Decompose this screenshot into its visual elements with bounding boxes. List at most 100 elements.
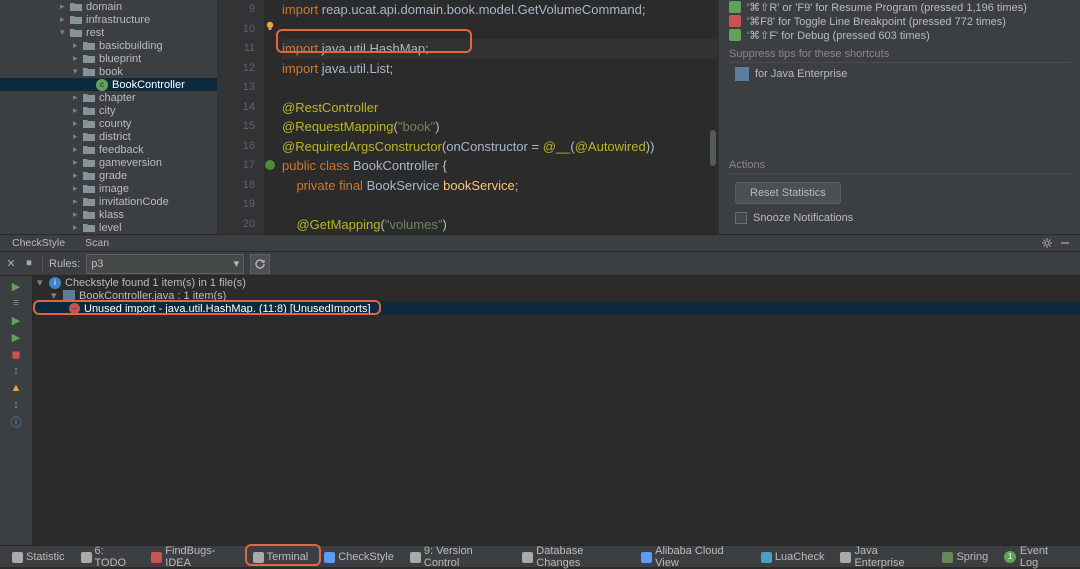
rules-dropdown[interactable]: p3 ▾ bbox=[86, 254, 244, 274]
tree-arrow-icon: ▾ bbox=[60, 27, 70, 38]
tree-item-label: county bbox=[99, 118, 131, 130]
project-tree[interactable]: ▸domain▸infrastructure▾rest▸basicbuildin… bbox=[0, 0, 218, 234]
class-icon: c bbox=[96, 79, 108, 91]
statusbar-db[interactable]: Database Changes bbox=[514, 545, 633, 569]
collapse-icon[interactable]: ↕ bbox=[8, 363, 24, 379]
folder-icon bbox=[70, 27, 82, 38]
folder-icon bbox=[83, 170, 95, 181]
tree-arrow-icon: ▸ bbox=[60, 1, 70, 12]
reset-statistics-button[interactable]: Reset Statistics bbox=[735, 182, 841, 204]
code-editor[interactable]: 91011121314151617181920 import reap.ucat… bbox=[218, 0, 718, 234]
code-line-9[interactable]: import reap.ucat.api.domain.book.model.G… bbox=[282, 0, 718, 20]
run-icon[interactable]: ▶ bbox=[8, 278, 24, 294]
suppress-item[interactable]: for Java Enterprise bbox=[719, 65, 1080, 83]
tree-item-county[interactable]: ▸county bbox=[0, 117, 217, 130]
tree-item-label: district bbox=[99, 131, 131, 143]
results-summary[interactable]: ▾ i Checkstyle found 1 item(s) in 1 file… bbox=[33, 276, 1080, 289]
minimize-icon[interactable] bbox=[1058, 236, 1072, 250]
rules-label: Rules: bbox=[49, 258, 80, 270]
shortcut-icon bbox=[729, 29, 741, 41]
line-number[interactable]: 18 bbox=[218, 176, 263, 196]
code-line-19[interactable] bbox=[282, 195, 718, 215]
statusbar-bug[interactable]: FindBugs-IDEA bbox=[143, 545, 244, 569]
line-number[interactable]: 10 bbox=[218, 20, 263, 40]
actions-section-label: Actions bbox=[729, 159, 1070, 174]
tree-item-image[interactable]: ▸image bbox=[0, 182, 217, 195]
tree-item-rest[interactable]: ▾ rest bbox=[0, 26, 217, 39]
shortcut-tip: '⌘F8' for Toggle Line Breakpoint (presse… bbox=[719, 14, 1080, 28]
tree-item-gameversion[interactable]: ▸gameversion bbox=[0, 156, 217, 169]
tree-item-label: rest bbox=[86, 27, 104, 39]
toolwindow-tabs[interactable]: CheckStyle Scan bbox=[0, 234, 1080, 252]
shortcut-icon bbox=[729, 1, 741, 13]
results-side-toolbar: ▶ ≡ ▶ ▶ ◼ ↕ ▲ ↕ ⓘ bbox=[0, 276, 33, 549]
tree-item-basicbuilding[interactable]: ▸basicbuilding bbox=[0, 39, 217, 52]
tree-item-book[interactable]: ▾book bbox=[0, 65, 217, 78]
tree-item-bookcontroller[interactable]: c BookController bbox=[0, 78, 217, 91]
results-tree[interactable]: ▾ i Checkstyle found 1 item(s) in 1 file… bbox=[33, 276, 1080, 549]
code-line-17[interactable]: public class BookController { bbox=[282, 156, 718, 176]
line-number[interactable]: 13 bbox=[218, 78, 263, 98]
statusbar-jent[interactable]: Java Enterprise bbox=[832, 545, 934, 569]
vcs-icon bbox=[410, 552, 420, 562]
tree-item-label: BookController bbox=[112, 79, 185, 91]
line-number[interactable]: 16 bbox=[218, 137, 263, 157]
tab-checkstyle[interactable]: CheckStyle bbox=[2, 236, 75, 250]
code-line-16[interactable]: @RequiredArgsConstructor(onConstructor =… bbox=[282, 137, 718, 157]
folder-icon bbox=[83, 40, 95, 51]
line-number[interactable]: 17 bbox=[218, 156, 263, 176]
code-line-14[interactable]: @RestController bbox=[282, 98, 718, 118]
tree-item-invitationcode[interactable]: ▸invitationCode bbox=[0, 195, 217, 208]
code-line-13[interactable] bbox=[282, 78, 718, 98]
statusbar-label: Spring bbox=[956, 551, 988, 563]
statusbar-todo[interactable]: 6: TODO bbox=[73, 545, 144, 569]
tree-item-chapter[interactable]: ▸chapter bbox=[0, 91, 217, 104]
tree-arrow-icon: ▸ bbox=[73, 53, 83, 64]
tree-item-feedback[interactable]: ▸feedback bbox=[0, 143, 217, 156]
tree-item-klass[interactable]: ▸klass bbox=[0, 208, 217, 221]
tree-item-grade[interactable]: ▸grade bbox=[0, 169, 217, 182]
code-line-20[interactable]: @GetMapping("volumes") bbox=[282, 215, 718, 235]
line-number[interactable]: 14 bbox=[218, 98, 263, 118]
filter-error-icon[interactable]: ◼ bbox=[8, 346, 24, 362]
line-number[interactable]: 9 bbox=[218, 0, 263, 20]
code-line-15[interactable]: @RequestMapping("book") bbox=[282, 117, 718, 137]
info-filter-icon[interactable]: ⓘ bbox=[8, 414, 24, 430]
tab-scan[interactable]: Scan bbox=[75, 236, 119, 250]
snooze-checkbox[interactable] bbox=[735, 212, 747, 224]
statusbar-label: FindBugs-IDEA bbox=[165, 545, 236, 569]
line-number[interactable]: 11 bbox=[218, 39, 263, 59]
refresh-button[interactable] bbox=[250, 254, 270, 274]
tree-item-level[interactable]: ▸level bbox=[0, 221, 217, 234]
folder-icon bbox=[83, 157, 95, 168]
line-number[interactable]: 15 bbox=[218, 117, 263, 137]
filter-collapsed-icon[interactable]: ≡ bbox=[8, 295, 24, 311]
tree-item-label: basicbuilding bbox=[99, 40, 163, 52]
event-log[interactable]: 1 Event Log bbox=[996, 545, 1076, 569]
close-icon[interactable]: ✕ bbox=[4, 257, 18, 271]
warning-filter-icon[interactable]: ▲ bbox=[8, 380, 24, 396]
tree-item-infrastructure[interactable]: ▸infrastructure bbox=[0, 13, 217, 26]
statusbar-stat[interactable]: Statistic bbox=[4, 545, 73, 569]
statusbar-vcs[interactable]: 9: Version Control bbox=[402, 545, 514, 569]
tree-item-district[interactable]: ▸district bbox=[0, 130, 217, 143]
gear-icon[interactable] bbox=[1040, 236, 1054, 250]
statusbar-label: Alibaba Cloud View bbox=[655, 545, 745, 569]
statusbar-lua[interactable]: LuaCheck bbox=[753, 545, 833, 569]
line-number[interactable]: 20 bbox=[218, 215, 263, 235]
line-number[interactable]: 19 bbox=[218, 195, 263, 215]
tree-item-city[interactable]: ▸city bbox=[0, 104, 217, 117]
code-line-12[interactable]: import java.util.List; bbox=[282, 59, 718, 79]
statusbar-spring[interactable]: Spring bbox=[934, 545, 996, 569]
tree-item-blueprint[interactable]: ▸blueprint bbox=[0, 52, 217, 65]
line-number[interactable]: 12 bbox=[218, 59, 263, 79]
editor-scrollbar[interactable] bbox=[708, 0, 718, 234]
tree-item-domain[interactable]: ▸domain bbox=[0, 0, 217, 13]
statusbar-ali[interactable]: Alibaba Cloud View bbox=[633, 545, 753, 569]
filter-icon[interactable]: ▶ bbox=[8, 312, 24, 328]
stop-icon[interactable]: ⏹ bbox=[22, 257, 36, 271]
expand-icon[interactable]: ↕ bbox=[8, 397, 24, 413]
statusbar-check[interactable]: CheckStyle bbox=[316, 545, 402, 569]
code-line-18[interactable]: private final BookService bookService; bbox=[282, 176, 718, 196]
filter2-icon[interactable]: ▶ bbox=[8, 329, 24, 345]
